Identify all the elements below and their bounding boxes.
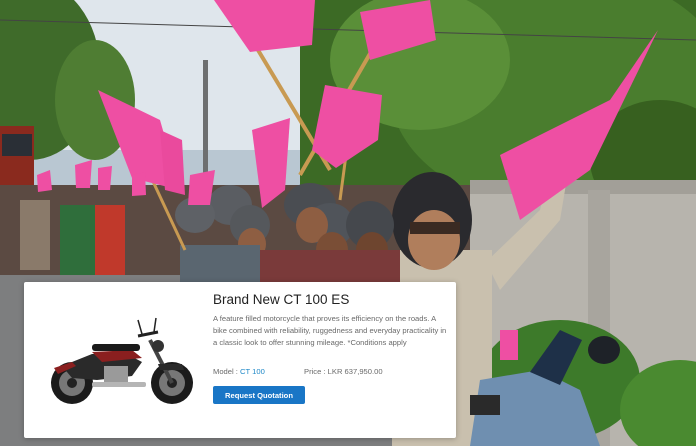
product-meta: Model : CT 100 Price : LKR 637,950.00 — [213, 367, 449, 376]
price-value: LKR 637,950.00 — [327, 367, 383, 376]
product-card: Brand New CT 100 ES A feature filled mot… — [24, 282, 456, 438]
product-description: A feature filled motorcycle that proves … — [213, 314, 447, 347]
model-link[interactable]: CT 100 — [240, 367, 265, 376]
motorcycle-image — [32, 296, 204, 424]
request-quotation-button[interactable]: Request Quotation — [213, 386, 305, 404]
price-label: Price : — [304, 367, 326, 376]
price-block: Price : LKR 637,950.00 — [304, 367, 383, 376]
model-label: Model : — [213, 367, 238, 376]
product-title: Brand New CT 100 ES — [213, 292, 350, 307]
